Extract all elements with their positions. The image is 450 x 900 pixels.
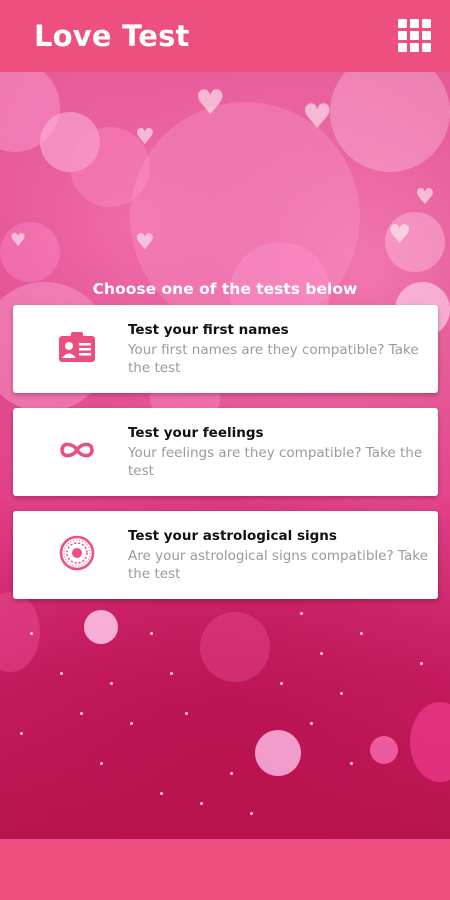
- test-card-feelings[interactable]: Test your feelings Your feelings are the…: [13, 408, 438, 496]
- card-title: Test your first names: [128, 322, 289, 338]
- grid-menu-icon[interactable]: [398, 19, 432, 53]
- app-bar: Love Test: [0, 0, 450, 72]
- card-title: Test your astrological signs: [128, 528, 337, 544]
- test-card-first-names[interactable]: Test your first names Your first names a…: [13, 305, 438, 393]
- zodiac-wheel-icon: [57, 533, 97, 573]
- bottom-bar: [0, 839, 450, 900]
- card-title: Test your feelings: [128, 425, 264, 441]
- card-description: Your first names are they compatible? Ta…: [128, 342, 419, 376]
- test-card-astrological-signs[interactable]: Test your astrological signs Are your as…: [13, 511, 438, 599]
- id-card-icon: [57, 327, 97, 367]
- card-description: Are your astrological signs compatible? …: [128, 548, 428, 582]
- infinity-icon: [57, 430, 97, 470]
- card-description: Your feelings are they compatible? Take …: [128, 445, 423, 479]
- app-title: Love Test: [34, 19, 190, 53]
- prompt-text: Choose one of the tests below: [92, 280, 358, 298]
